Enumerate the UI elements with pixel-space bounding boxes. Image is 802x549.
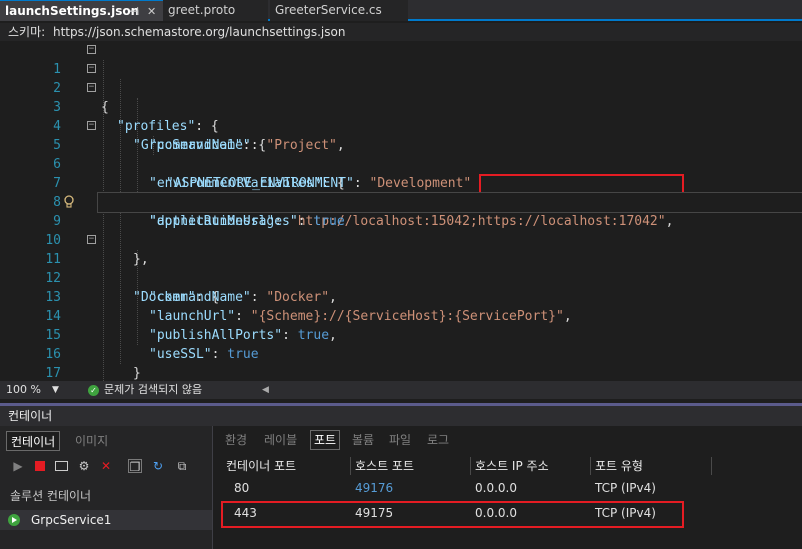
column-header-port-type[interactable]: 포트 유형: [595, 457, 643, 475]
code-line: 18 }: [0, 364, 802, 381]
code-editor[interactable]: 1 − { 2 − "profiles": { 3 − "GrpcService…: [0, 41, 802, 381]
code-line: 15 "useSSL": true: [0, 307, 802, 362]
panel-title: 컨테이너: [0, 406, 802, 426]
container-name: GrpcService1: [31, 513, 112, 527]
code-line: 4 "commandName": "Project",: [0, 98, 802, 153]
schema-url[interactable]: https://json.schemastore.org/launchsetti…: [53, 25, 345, 39]
refresh-icon[interactable]: ↻: [151, 459, 165, 473]
column-divider[interactable]: [711, 457, 712, 475]
column-header-host-ip[interactable]: 호스트 IP 주소: [475, 457, 549, 475]
tab-labels[interactable]: 레이블: [264, 432, 297, 448]
containers-explorer: 컨테이너 이미지 ▶ ⚙ ✕ ❐ ↻ ⧉ 솔루션 컨테이너 GrpcServic…: [0, 426, 212, 549]
tab-launchsettings[interactable]: launchSettings.json ⊣ ✕: [0, 0, 163, 21]
tab-logs[interactable]: 로그: [427, 432, 449, 448]
code-line: 7 },: [0, 155, 802, 210]
code-line: 12 "commandName": "Docker",: [0, 250, 802, 305]
port-type-cell: TCP (IPv4): [595, 481, 656, 495]
container-port-cell: 80: [234, 481, 250, 495]
container-details: 환경 레이블 포트 볼륨 파일 로그 컨테이너 포트 호스트 포트 호스트 IP…: [212, 426, 802, 549]
code-line: 16 }: [0, 326, 802, 381]
running-status-icon: [8, 514, 20, 526]
tab-images[interactable]: 이미지: [71, 431, 112, 451]
code-line: 11 − "Docker": {: [0, 231, 802, 306]
highlight-box: [221, 501, 684, 528]
code-line: 14 "publishAllPorts": true,: [0, 288, 802, 343]
delete-icon[interactable]: ✕: [99, 459, 113, 473]
container-list-item[interactable]: GrpcService1: [0, 510, 212, 530]
code-line: 1 − {: [0, 41, 802, 116]
current-line: "dotnetRunMessages": true: [97, 192, 802, 229]
tab-containers[interactable]: 컨테이너: [6, 431, 61, 451]
terminal-icon[interactable]: [54, 459, 68, 473]
prune-icon[interactable]: ⧉: [175, 459, 189, 473]
solution-containers-header[interactable]: 솔루션 컨테이너: [10, 487, 91, 504]
code-line: 10 },: [0, 212, 802, 267]
host-port-link[interactable]: 49176: [355, 479, 393, 497]
chevron-down-icon[interactable]: ▼: [52, 381, 59, 399]
column-divider[interactable]: [470, 457, 471, 475]
code-line: 13 "launchUrl": "{Scheme}://{ServiceHost…: [0, 269, 802, 324]
tab-greeterservice[interactable]: GreeterService.cs: [270, 0, 408, 21]
schema-bar: 스키마: https://json.schemastore.org/launch…: [0, 23, 802, 41]
copy-icon[interactable]: ❐: [128, 459, 142, 474]
tab-label: greet.proto: [168, 3, 236, 17]
tab-ports[interactable]: 포트: [310, 430, 341, 450]
tab-label: launchSettings.json: [5, 4, 140, 18]
fold-toggle-icon[interactable]: −: [87, 83, 96, 92]
pin-icon[interactable]: ⊣: [129, 1, 139, 22]
column-divider[interactable]: [350, 457, 351, 475]
code-line: 3 − "GrpcService1": {: [0, 79, 802, 154]
code-line: 17 }: [0, 345, 802, 381]
close-icon[interactable]: ✕: [147, 1, 156, 22]
code-line: 2 − "profiles": {: [0, 60, 802, 135]
host-ip-cell: 0.0.0.0: [475, 481, 517, 495]
fold-toggle-icon[interactable]: −: [87, 235, 96, 244]
column-header-host-port[interactable]: 호스트 포트: [355, 457, 414, 475]
scroll-left-icon[interactable]: ◀: [262, 381, 269, 399]
check-icon: ✓: [88, 385, 99, 396]
start-icon[interactable]: ▶: [11, 459, 25, 473]
zoom-level[interactable]: 100 %: [6, 381, 41, 399]
column-divider[interactable]: [590, 457, 591, 475]
tab-greet-proto[interactable]: greet.proto: [163, 0, 268, 21]
tab-files[interactable]: 파일: [389, 432, 411, 448]
settings-icon[interactable]: ⚙: [77, 459, 91, 473]
tab-volumes[interactable]: 볼륨: [352, 432, 374, 448]
schema-label: 스키마:: [8, 25, 46, 39]
stop-icon[interactable]: [33, 459, 47, 473]
lightbulb-icon[interactable]: [63, 195, 75, 209]
code-line: 5 − "environmentVariables": {: [0, 117, 802, 192]
fold-toggle-icon[interactable]: −: [87, 64, 96, 73]
tab-label: GreeterService.cs: [275, 3, 382, 17]
document-tab-strip: launchSettings.json ⊣ ✕ greet.proto Gree…: [0, 0, 802, 21]
editor-status-bar: 100 % ▼ ✓ 문제가 검색되지 않음 ◀: [0, 381, 802, 399]
column-header-container-port[interactable]: 컨테이너 포트: [226, 457, 296, 475]
tab-environment[interactable]: 환경: [225, 432, 247, 448]
code-line: 6 "ASPNETCORE_ENVIRONMENT": "Development…: [0, 136, 802, 191]
issues-status[interactable]: 문제가 검색되지 않음: [104, 381, 202, 399]
fold-toggle-icon[interactable]: −: [87, 121, 96, 130]
fold-toggle-icon[interactable]: −: [87, 45, 96, 54]
